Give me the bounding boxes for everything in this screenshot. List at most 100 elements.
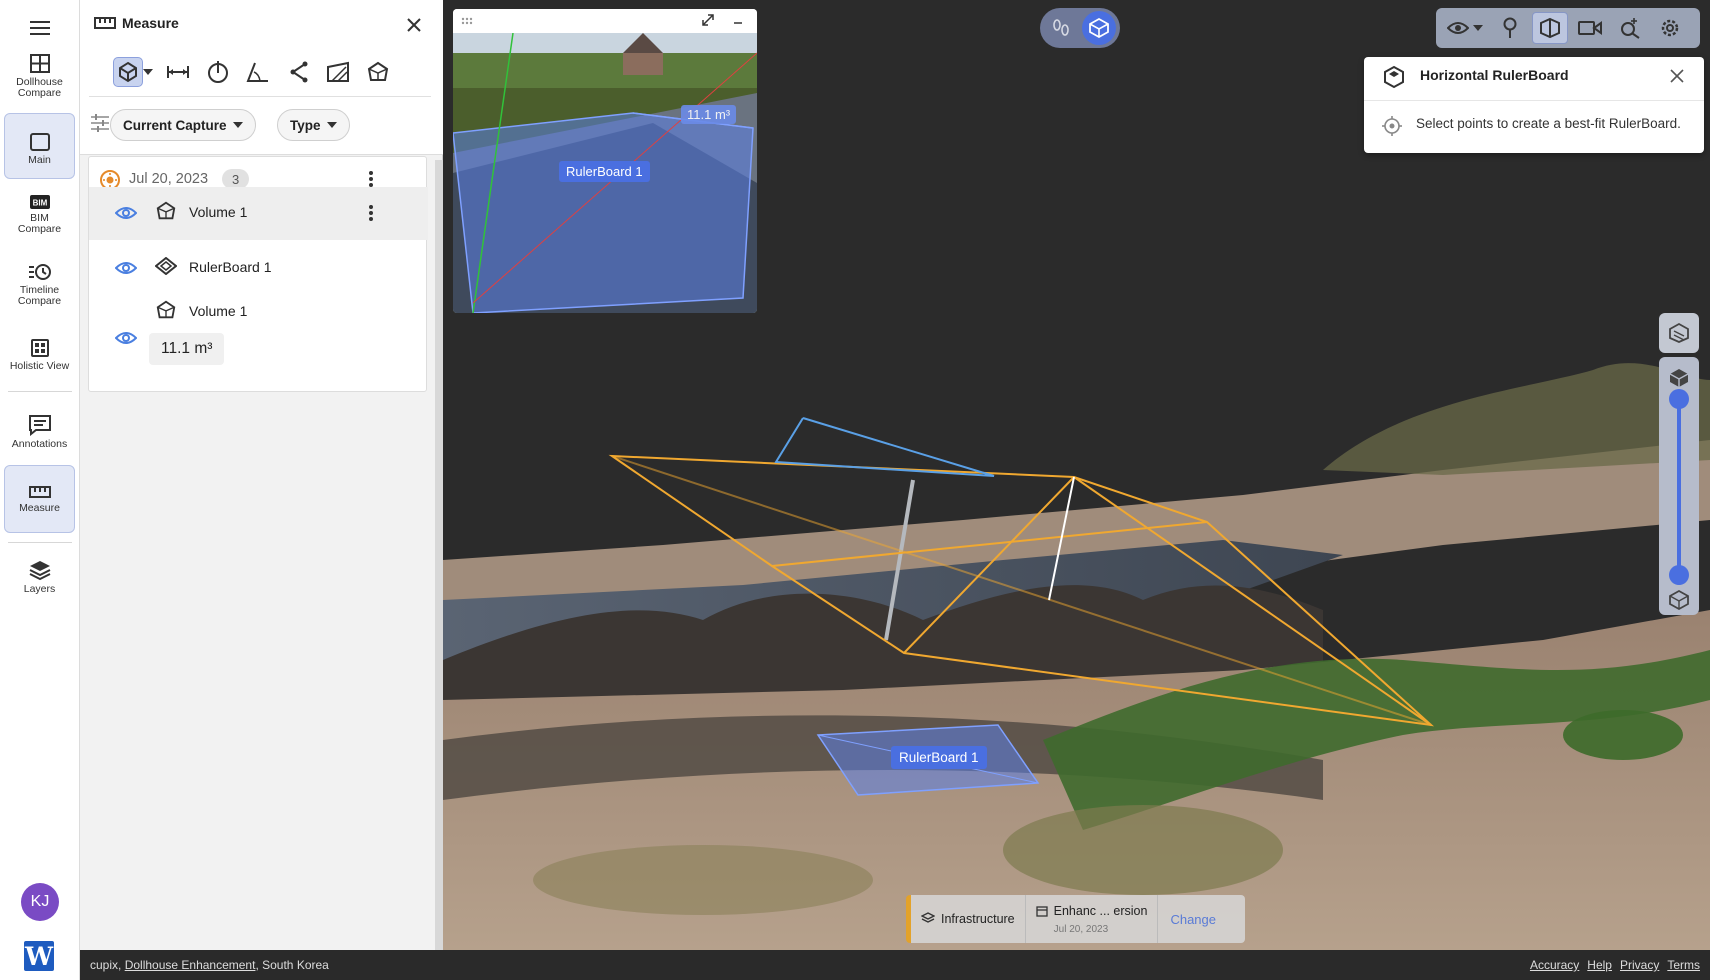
tool-dropdown-button[interactable]	[143, 69, 153, 75]
capture-count-badge: 3	[222, 169, 250, 189]
rulerboard-cube-icon	[1384, 65, 1404, 89]
ruler-icon	[28, 486, 51, 498]
footer-prefix: cupix,	[90, 958, 125, 972]
rulerboard-icon	[155, 257, 177, 275]
item-more-button[interactable]	[359, 201, 383, 225]
tool-angle-button[interactable]	[243, 57, 273, 87]
search-button[interactable]	[1612, 12, 1648, 44]
panel-title: Measure	[122, 15, 179, 31]
3d-viewport[interactable]: RulerBoard 1 11.1 m³ RulerBoard 1 Horizo…	[443, 0, 1710, 950]
version-section: Enhanc ... ersion Jul 20, 2023	[1026, 895, 1159, 943]
rail-item-holistic-view[interactable]: Holistic View	[4, 334, 75, 384]
video-camera-icon	[1578, 21, 1602, 35]
capture-filter-dropdown[interactable]: Current Capture	[110, 109, 256, 141]
filter-sliders-icon[interactable]	[90, 114, 110, 132]
video-button[interactable]	[1572, 12, 1608, 44]
timer-icon	[208, 61, 228, 83]
mesh-icon	[367, 61, 389, 81]
view-mode-toggle[interactable]	[1040, 8, 1120, 48]
minimize-icon[interactable]	[733, 21, 743, 25]
measurement-item-rulerboard[interactable]: RulerBoard 1	[89, 240, 428, 293]
near-vegetation	[533, 845, 873, 915]
footer-link-terms[interactable]: Terms	[1667, 958, 1700, 972]
area-icon	[327, 61, 349, 82]
measure-panel: Measure Current Capture Type Jul 20, 202…	[80, 0, 443, 950]
pin-button[interactable]	[1492, 12, 1528, 44]
grid-icon	[29, 54, 50, 73]
tool-rulerboard-button[interactable]	[363, 57, 393, 87]
visibility-eye-icon[interactable]	[115, 331, 137, 345]
version-label: Enhanc ... ersion	[1053, 903, 1148, 918]
footer-suffix: , South Korea	[255, 958, 329, 972]
panel-scrollbar[interactable]	[435, 160, 443, 950]
measurement-name: Volume 1	[189, 204, 248, 220]
rail-item-bim-compare[interactable]: BIM BIM Compare	[4, 190, 75, 246]
rail-item-measure[interactable]: Measure	[4, 465, 75, 533]
info-card-title: Horizontal RulerBoard	[1420, 67, 1569, 83]
footer-link-help[interactable]: Help	[1587, 958, 1612, 972]
change-version-button[interactable]: Change	[1158, 912, 1216, 927]
settings-button[interactable]	[1652, 12, 1688, 44]
footer-project-link[interactable]: Dollhouse Enhancement	[125, 958, 256, 972]
3d-mode-button[interactable]	[1082, 11, 1116, 45]
panorama-minimap[interactable]: 11.1 m³ RulerBoard 1	[453, 9, 757, 313]
drag-handle-icon[interactable]	[461, 17, 473, 25]
dataset-card: Infrastructure Enhanc ... ersion Jul 20,…	[906, 895, 1245, 943]
app-logo[interactable]: W	[24, 941, 54, 971]
type-filter-dropdown[interactable]: Type	[277, 109, 350, 141]
info-card-message: Select points to create a best-fit Ruler…	[1416, 116, 1681, 131]
kebab-menu-icon	[369, 205, 373, 221]
elevation-slider[interactable]	[1659, 357, 1699, 615]
caret-down-icon	[232, 122, 243, 128]
user-avatar[interactable]: KJ	[21, 883, 59, 921]
caret-down-icon	[326, 122, 337, 128]
slider-range	[1677, 395, 1681, 575]
tool-polyline-button[interactable]	[283, 57, 313, 87]
panel-header: Measure Current Capture Type	[80, 0, 443, 155]
angle-icon	[246, 62, 268, 82]
tool-distance-button[interactable]	[163, 57, 193, 87]
rail-item-main[interactable]: Main	[4, 113, 75, 179]
top-cube-icon	[1669, 369, 1689, 387]
visibility-eye-icon[interactable]	[115, 261, 137, 275]
rail-item-timeline-compare[interactable]: Timeline Compare	[4, 258, 75, 314]
slider-handle-bottom[interactable]	[1669, 565, 1689, 585]
tool-height-button[interactable]	[203, 57, 233, 87]
rail-item-layers[interactable]: Layers	[4, 555, 75, 607]
left-rail: Dollhouse Compare Main BIM BIM Compare T…	[0, 0, 80, 980]
version-date: Jul 20, 2023	[1053, 923, 1109, 935]
scene-rulerboard-label[interactable]: RulerBoard 1	[891, 746, 987, 769]
visibility-dropdown-button[interactable]	[1442, 12, 1488, 44]
walk-mode-button[interactable]	[1044, 11, 1078, 45]
footer-link-accuracy[interactable]: Accuracy	[1530, 958, 1579, 972]
info-card-close-button[interactable]	[1670, 69, 1684, 88]
tool-volume-button[interactable]	[113, 57, 143, 87]
slider-handle-top[interactable]	[1669, 389, 1689, 409]
category-section: Infrastructure	[911, 895, 1026, 943]
measurement-item-volume[interactable]: Volume 1	[89, 187, 428, 240]
grid-dots-icon	[30, 339, 49, 357]
expand-icon[interactable]	[701, 13, 715, 27]
divider	[1364, 100, 1704, 101]
hamburger-menu-icon[interactable]	[24, 14, 56, 42]
close-panel-button[interactable]	[401, 12, 427, 38]
section-button[interactable]	[1532, 12, 1568, 44]
rail-label: Dollhouse Compare	[16, 76, 63, 99]
distance-icon	[167, 66, 189, 78]
rail-label: Layers	[23, 583, 56, 595]
rail-divider	[8, 542, 72, 543]
floor-plan-button[interactable]	[1659, 313, 1699, 353]
rail-item-annotations[interactable]: Annotations	[4, 410, 75, 460]
measurement-item-volume-result[interactable]: Volume 1 11.1 m³	[89, 293, 428, 389]
measurement-list: Jul 20, 2023 3 Volume 1 RulerBoard 1 Vol…	[88, 156, 428, 392]
visibility-eye-icon[interactable]	[115, 206, 137, 220]
kebab-menu-icon	[369, 171, 373, 187]
footer-links: Accuracy Help Privacy Terms	[1530, 958, 1700, 972]
bottom-cube-icon	[1669, 589, 1689, 611]
cube-icon	[1089, 17, 1109, 39]
rail-item-dollhouse-compare[interactable]: Dollhouse Compare	[4, 50, 75, 106]
footer-link-privacy[interactable]: Privacy	[1620, 958, 1659, 972]
tool-area-button[interactable]	[323, 57, 353, 87]
polyline-icon	[290, 61, 308, 83]
zoom-search-icon	[1621, 18, 1640, 39]
